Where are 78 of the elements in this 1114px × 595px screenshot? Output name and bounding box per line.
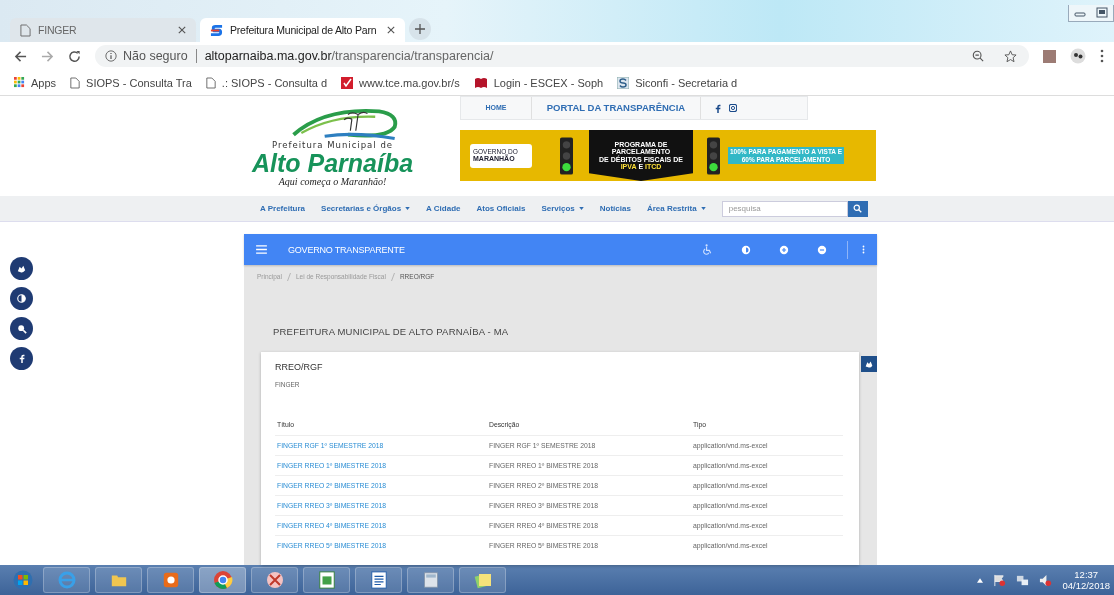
bookmark-label: www.tce.ma.gov.br/s	[359, 76, 460, 89]
reload-icon[interactable]	[68, 49, 81, 63]
spreadsheet-icon[interactable]	[303, 567, 350, 593]
tab-title: Prefeitura Municipal de Alto Parn	[230, 24, 378, 36]
chrome-icon[interactable]	[199, 567, 246, 593]
search-button[interactable]	[847, 200, 868, 217]
facebook-button[interactable]	[10, 347, 33, 370]
card-title: RREO/RGF	[275, 362, 324, 372]
menu-icon[interactable]	[256, 245, 267, 254]
facebook-icon[interactable]	[715, 103, 721, 113]
star-icon[interactable]	[1004, 49, 1017, 63]
browser-tab[interactable]: Prefeitura Municipal de Alto Parn	[200, 18, 405, 42]
portal-link[interactable]: PORTAL DA TRANSPARÊNCIA	[532, 97, 701, 119]
page-heading: PREFEITURA MUNICIPAL DE ALTO PARNAÍBA - MA	[272, 325, 510, 337]
scissors-icon[interactable]	[251, 567, 298, 593]
search-icon	[16, 323, 27, 334]
traffic-light-icon	[560, 135, 573, 176]
menu-item[interactable]: Notícias	[599, 204, 631, 213]
site-logo[interactable]: Prefeitura Municipal de Alto Parnaíba Aqui começa o Maranhão!	[245, 96, 420, 196]
zoom-in-icon[interactable]	[779, 244, 789, 255]
network-icon[interactable]	[1016, 573, 1030, 587]
apps-grid-icon	[14, 77, 25, 88]
menu-item[interactable]: Atos Oficiais	[476, 204, 526, 213]
tab-title: FINGER	[38, 24, 78, 36]
zoom-out-icon[interactable]	[972, 50, 984, 62]
show-hidden-icon[interactable]	[977, 577, 984, 583]
volume-icon[interactable]	[1039, 573, 1053, 587]
contrast-icon	[17, 294, 26, 303]
pdf-extension-icon[interactable]	[1043, 49, 1056, 63]
bookmark-label: Apps	[31, 76, 57, 89]
bookmark-label: Siconfi - Secretaria d	[635, 76, 738, 89]
breadcrumb-separator	[390, 273, 395, 281]
brightness-icon[interactable]	[741, 244, 751, 255]
taskbar-clock[interactable]: 12:37 04/12/2018	[1062, 568, 1110, 592]
sticky-notes-icon[interactable]	[459, 567, 506, 593]
contrast-button[interactable]	[10, 287, 33, 310]
close-icon[interactable]	[387, 26, 395, 34]
folder-icon[interactable]	[95, 567, 142, 593]
breadcrumb-separator	[286, 273, 291, 281]
calculator-icon[interactable]	[407, 567, 454, 593]
s-logo-icon	[210, 23, 223, 37]
book-icon	[473, 76, 488, 89]
media-player-icon[interactable]	[147, 567, 194, 593]
address-bar[interactable]: Não seguro altoparnaiba.ma.gov.br/transparencia/transparencia/	[95, 45, 1029, 67]
checkmark-icon	[341, 76, 353, 89]
document-icon[interactable]	[355, 567, 402, 593]
bookmark-label: Login - ESCEX - Soph	[493, 76, 604, 89]
search-field[interactable]: pesquisa	[721, 200, 848, 217]
accessibility-hands-button[interactable]	[10, 257, 33, 280]
menu-item[interactable]: A Cidade	[426, 204, 461, 213]
plus-icon	[415, 24, 425, 34]
menu-item[interactable]: Área Restrita	[646, 204, 706, 213]
page-icon	[205, 76, 216, 89]
menu-item[interactable]: Serviços	[541, 204, 584, 213]
menu-item[interactable]: Secretarias e Órgãos	[321, 204, 411, 213]
zoom-out-icon[interactable]	[817, 244, 827, 255]
info-icon	[105, 50, 117, 62]
accessibility-hands-button[interactable]	[861, 356, 877, 372]
back-icon[interactable]	[14, 49, 27, 63]
more-icon[interactable]	[862, 244, 865, 255]
browser-tab[interactable]: FINGER	[10, 18, 196, 42]
s-logo-icon	[617, 76, 630, 89]
traffic-light-icon	[707, 135, 720, 176]
bookmark-label: SIOPS - Consulta Tra	[86, 76, 192, 89]
search-button[interactable]	[10, 317, 33, 340]
bookmark-label: .: SIOPS - Consulta d	[221, 76, 327, 89]
facebook-icon	[18, 354, 25, 363]
flag-icon[interactable]	[993, 573, 1007, 587]
instagram-icon[interactable]	[729, 103, 737, 112]
page-icon	[20, 23, 31, 37]
menu-item[interactable]: A Prefeitura	[260, 204, 306, 213]
wheelchair-icon[interactable]	[702, 244, 713, 255]
new-tab-button[interactable]	[409, 18, 431, 40]
menu-icon[interactable]	[1100, 49, 1104, 63]
page-icon	[70, 76, 81, 89]
app-title: GOVERNO TRANSPARENTE	[288, 244, 405, 255]
search-icon	[853, 204, 863, 213]
close-icon[interactable]	[178, 26, 186, 34]
